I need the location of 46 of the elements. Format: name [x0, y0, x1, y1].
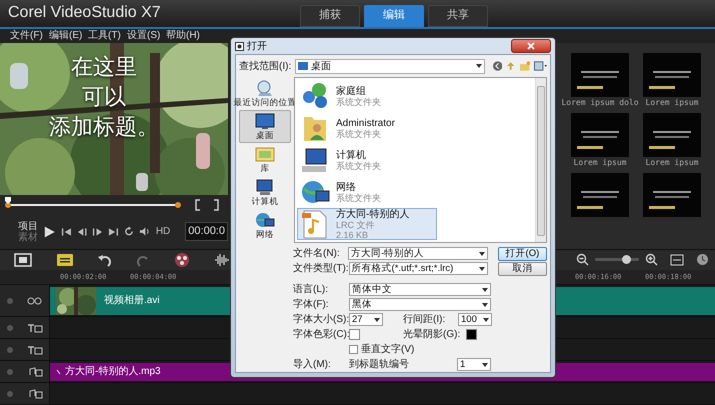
file-name: Administrator [336, 118, 395, 128]
place-label: 计算机 [252, 196, 278, 207]
field-label: 字体色彩(C): [293, 328, 349, 342]
title-text: 添加标题。 [49, 114, 159, 142]
dropdown-value: 所有格式(*.utf;*.srt;*.lrc) [352, 263, 454, 274]
field-label: 查找范围(I): [239, 60, 292, 74]
field-label: 光晕阴影(G): [403, 328, 462, 342]
place-label: 桌面 [256, 130, 274, 141]
dialog-title: 打开 [247, 40, 268, 54]
field-label: 行间距(I): [403, 313, 446, 327]
file-detail: 系统文件夹 [336, 96, 381, 106]
file-name: 家庭组 [336, 86, 367, 96]
place-label: 库 [260, 163, 270, 174]
field-label: 字体大小(S): [293, 312, 349, 327]
file-detail: LRC 文件 [336, 220, 376, 230]
dropdown-value: 简体中文 [352, 284, 393, 295]
thumbnail-caption: Lorem ipsum dolo [561, 96, 639, 109]
field-text: 到标题轨编号 [349, 358, 410, 372]
place-label: 网络 [256, 229, 274, 240]
timecode: 00:00:0 [185, 222, 228, 241]
title-text: 可以 [82, 84, 126, 112]
field-label: 文件类型(T): [293, 262, 349, 276]
dropdown-value: 桌面 [311, 60, 332, 74]
file-name: 计算机 [336, 150, 367, 160]
thumbnail-caption: Lorem ipsum [574, 156, 626, 169]
dropdown-value: 1 [460, 359, 466, 370]
dropdown-value: 100 [461, 314, 478, 325]
file-detail: 系统文件夹 [336, 192, 381, 202]
file-name: 方大同-特别的人 [336, 208, 410, 220]
field-label: 文件名(N): [293, 246, 341, 261]
file-detail: 系统文件夹 [336, 160, 381, 170]
field-label: 字体(F): [293, 298, 330, 312]
field-value: 方大同-特别的人 [351, 248, 426, 259]
file-name: 网络 [336, 182, 357, 192]
clip-name: 方大同-特别的人.mp3 [65, 364, 161, 379]
dropdown-value: 黑体 [352, 299, 373, 310]
file-detail: 系统文件夹 [336, 128, 382, 138]
field-label: 导入(M): [293, 358, 332, 372]
checkbox-label: 垂直文字(V) [361, 342, 414, 357]
dropdown-value: 27 [352, 314, 364, 325]
app-title: Corel VideoStudio X7 [7, 3, 162, 24]
thumbnail-caption: Lorem ipsum [646, 156, 698, 169]
title-text: 在这里 [71, 54, 137, 82]
file-detail: 2.16 KB [336, 230, 370, 240]
clip-name: 视频相册.avi [104, 294, 160, 308]
thumbnail-caption: Lorem ipsum [646, 96, 698, 109]
